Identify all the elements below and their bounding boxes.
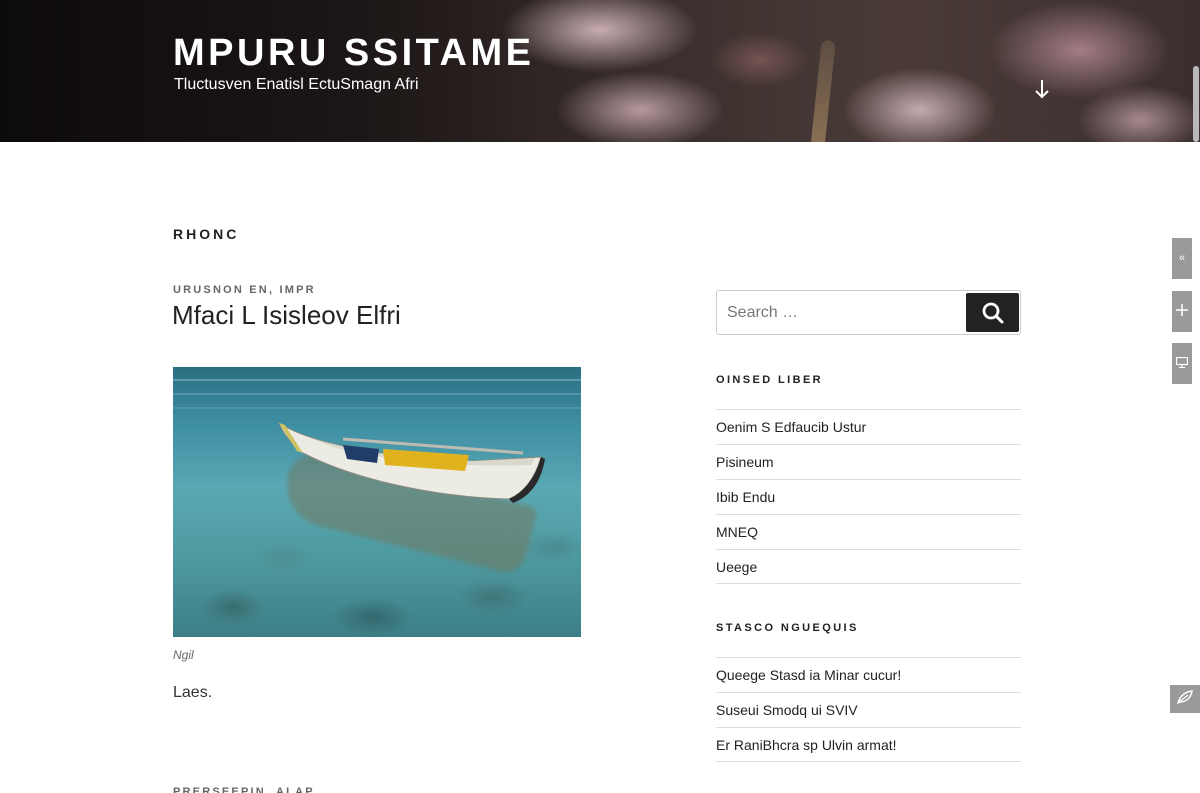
list-item: Er RaniBhcra sp Ulvin armat! xyxy=(716,727,1021,762)
list-item-link[interactable]: Queege Stasd ia Minar cucur! xyxy=(716,667,901,683)
post-image xyxy=(173,367,581,637)
desktop-view-button[interactable] xyxy=(1172,343,1192,384)
site-tagline: Tluctusven Enatisl EctuSmagn Afri xyxy=(174,76,419,93)
list-item: Ibib Endu xyxy=(716,479,1021,514)
move-panel-button[interactable] xyxy=(1172,291,1192,332)
list-item-link[interactable]: Er RaniBhcra sp Ulvin armat! xyxy=(716,737,897,753)
leaf-icon xyxy=(1176,689,1193,709)
list-item: Pisineum xyxy=(716,444,1021,479)
list-item: Queege Stasd ia Minar cucur! xyxy=(716,657,1021,692)
water-ripple xyxy=(173,393,581,395)
list-item-link[interactable]: Suseui Smodq ui SVIV xyxy=(716,702,858,718)
post-categories[interactable]: URUSNON EN, IMPR xyxy=(173,284,316,296)
header-background-decoration xyxy=(810,39,836,142)
move-icon xyxy=(1176,303,1188,321)
list-item: Suseui Smodq ui SVIV xyxy=(716,692,1021,727)
widget-title-second: STASCO NGUEQUIS xyxy=(716,622,859,634)
site-title-link[interactable]: MPURU SSITAME xyxy=(173,32,534,75)
search-icon xyxy=(981,301,1005,325)
recent-posts-list: Oenim S Edfaucib Ustur Pisineum Ibib End… xyxy=(716,409,1021,584)
list-item-link[interactable]: Ibib Endu xyxy=(716,489,775,505)
list-item: MNEQ xyxy=(716,514,1021,549)
page-scrollbar-thumb[interactable] xyxy=(1193,66,1199,142)
second-widget-list: Queege Stasd ia Minar cucur! Suseui Smod… xyxy=(716,657,1021,762)
search-form xyxy=(716,290,1021,335)
collapse-icon: « xyxy=(1178,252,1186,264)
list-item-link[interactable]: Oenim S Edfaucib Ustur xyxy=(716,419,866,435)
list-item-link[interactable]: MNEQ xyxy=(716,524,758,540)
image-caption: Ngil xyxy=(173,648,194,662)
search-input[interactable] xyxy=(717,291,965,334)
boat-illustration xyxy=(277,421,545,503)
water-ripple xyxy=(173,379,581,381)
site-header: MPURU SSITAME Tluctusven Enatisl EctuSma… xyxy=(0,0,1200,142)
water-ripple xyxy=(173,407,581,409)
list-item-link[interactable]: Pisineum xyxy=(716,454,774,470)
list-item: Oenim S Edfaucib Ustur xyxy=(716,409,1021,444)
list-item-link[interactable]: Ueege xyxy=(716,559,757,575)
widget-title-recent-posts: OINSED LIBER xyxy=(716,374,824,386)
search-button[interactable] xyxy=(966,293,1019,332)
arrow-down-icon[interactable] xyxy=(1032,78,1052,100)
list-item: Ueege xyxy=(716,549,1021,584)
next-post-categories[interactable]: PRERSEEPIN, ALAP xyxy=(173,786,315,793)
page-title: RHONC xyxy=(173,226,240,242)
collapse-panel-button[interactable]: « xyxy=(1172,238,1192,279)
post-body: Laes. xyxy=(173,684,213,701)
desktop-icon xyxy=(1175,355,1189,373)
leaf-tool-button[interactable] xyxy=(1170,685,1200,713)
post-title[interactable]: Mfaci L Isisleov Elfri xyxy=(172,300,401,331)
